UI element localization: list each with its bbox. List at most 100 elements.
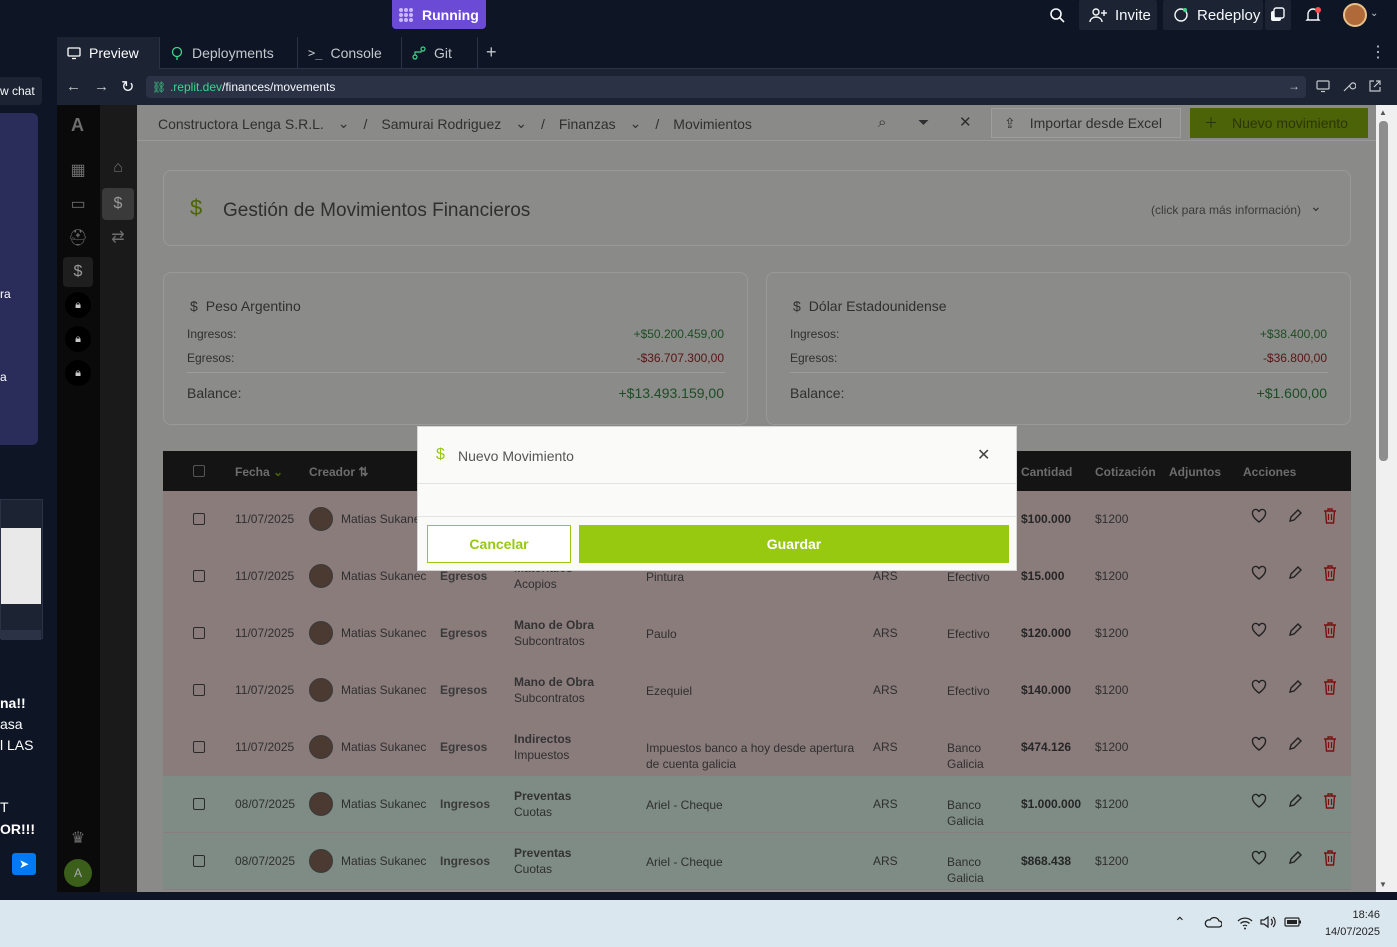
crown-icon[interactable]: ♛	[63, 823, 93, 853]
lock-icon[interactable]: 🔒︎	[65, 292, 91, 318]
column-header-cotizacion[interactable]: Cotización	[1095, 465, 1156, 479]
chevron-down-icon[interactable]: ⌄	[1310, 198, 1322, 215]
delete-trash-icon[interactable]	[1323, 508, 1337, 524]
lock-icon[interactable]: 🔒︎	[65, 360, 91, 386]
edit-pencil-icon[interactable]	[1287, 679, 1303, 695]
edit-pencil-icon[interactable]	[1287, 622, 1303, 638]
edit-pencil-icon[interactable]	[1287, 793, 1303, 809]
table-row[interactable]: 08/07/2025 Matias Sukanec Ingresos Preve…	[163, 833, 1351, 890]
clock-time[interactable]: 18:46	[1318, 909, 1380, 921]
heart-icon[interactable]	[1251, 793, 1267, 809]
tab-console[interactable]: >_ Console	[298, 37, 402, 69]
onedrive-cloud-icon[interactable]	[1204, 916, 1222, 928]
search-icon[interactable]	[1046, 4, 1068, 26]
title-card[interactable]: $ Gestión de Movimientos Financieros (cl…	[163, 170, 1351, 246]
reload-icon[interactable]: ↻	[121, 77, 134, 97]
movements-dollar-icon[interactable]: $	[102, 188, 134, 220]
table-row[interactable]: 08/07/2025 Matias Sukanec Ingresos Preve…	[163, 776, 1351, 833]
heart-icon[interactable]	[1251, 679, 1267, 695]
devices-icon[interactable]	[1316, 79, 1330, 93]
finance-dollar-icon[interactable]: $	[63, 257, 93, 287]
import-excel-button[interactable]: ⇪ Importar desde Excel	[991, 108, 1181, 138]
chevron-up-icon[interactable]: ⌃	[1174, 914, 1186, 931]
user-initial-avatar[interactable]: A	[64, 859, 92, 887]
row-checkbox[interactable]	[193, 684, 205, 696]
thumbnail-scroll[interactable]	[1, 630, 41, 640]
close-icon[interactable]: ✕	[977, 445, 990, 465]
battery-icon[interactable]	[1284, 916, 1302, 928]
heart-icon[interactable]	[1251, 508, 1267, 524]
table-row[interactable]: 11/07/2025 Matias Sukanec Egresos Indire…	[163, 719, 1351, 776]
invite-button[interactable]: Invite	[1079, 0, 1157, 30]
edit-pencil-icon[interactable]	[1287, 565, 1303, 581]
select-all-checkbox[interactable]	[193, 465, 205, 477]
scrollbar-thumb[interactable]	[1379, 121, 1388, 461]
clear-icon[interactable]: ✕	[959, 113, 972, 131]
breadcrumb-company[interactable]: Constructora Lenga S.R.L.	[158, 116, 324, 132]
tab-preview[interactable]: Preview	[57, 37, 160, 69]
back-arrow-icon[interactable]: ←	[66, 78, 81, 95]
scroll-down-icon[interactable]: ▼	[1379, 880, 1387, 889]
forward-arrow-icon[interactable]: →	[94, 78, 109, 95]
column-header-fecha[interactable]: Fecha ⌄	[235, 465, 283, 479]
new-movement-button[interactable]: ＋ Nuevo movimiento	[1190, 108, 1368, 138]
delete-trash-icon[interactable]	[1323, 679, 1337, 695]
lock-icon[interactable]: 🔒︎	[65, 326, 91, 352]
building-icon[interactable]: ▦	[63, 155, 93, 185]
row-checkbox[interactable]	[193, 798, 205, 810]
search-icon[interactable]: ⌕	[878, 114, 886, 131]
folder-icon[interactable]: ▭	[63, 189, 93, 219]
column-header-creador[interactable]: Creador ⇅	[309, 465, 368, 479]
table-row[interactable]: 11/07/2025 Matias Sukanec Egresos Mano d…	[163, 605, 1351, 662]
deploy-options-button[interactable]	[1265, 0, 1291, 30]
go-arrow-icon[interactable]: →	[1288, 79, 1300, 93]
delete-trash-icon[interactable]	[1323, 622, 1337, 638]
exchange-icon[interactable]: ⇄	[103, 222, 133, 252]
url-input[interactable]: ⛓ .replit.dev/finances/movements	[146, 76, 1306, 98]
redeploy-button[interactable]: Redeploy	[1163, 0, 1263, 30]
heart-icon[interactable]	[1251, 565, 1267, 581]
edit-pencil-icon[interactable]	[1287, 850, 1303, 866]
heart-icon[interactable]	[1251, 622, 1267, 638]
edit-pencil-icon[interactable]	[1287, 508, 1303, 524]
new-chat-button[interactable]: w chat	[0, 77, 42, 105]
tab-git[interactable]: Git	[402, 37, 478, 69]
row-checkbox[interactable]	[193, 741, 205, 753]
wifi-icon[interactable]	[1237, 916, 1253, 930]
heart-icon[interactable]	[1251, 850, 1267, 866]
delete-trash-icon[interactable]	[1323, 793, 1337, 809]
chevron-down-icon[interactable]: ⌄	[630, 115, 642, 132]
chat-attachment-card[interactable]	[0, 499, 43, 640]
tab-deployments[interactable]: Deployments	[160, 37, 298, 69]
table-row[interactable]: 11/07/2025 Matias Sukanec Egresos Mano d…	[163, 662, 1351, 719]
row-checkbox[interactable]	[193, 627, 205, 639]
delete-trash-icon[interactable]	[1323, 736, 1337, 752]
save-button[interactable]: Guardar	[579, 525, 1009, 563]
breadcrumb-section[interactable]: Finanzas	[559, 116, 616, 132]
home-icon[interactable]: ⌂	[103, 153, 133, 183]
cancel-button[interactable]: Cancelar	[427, 525, 571, 563]
filter-icon[interactable]: ⏷	[918, 114, 929, 131]
user-avatar[interactable]	[1343, 3, 1367, 27]
add-tab-icon[interactable]: +	[486, 42, 497, 63]
bell-icon[interactable]	[1302, 4, 1324, 26]
external-link-icon[interactable]	[1368, 79, 1382, 93]
chevron-down-icon[interactable]: ⌄	[1370, 8, 1378, 19]
delete-trash-icon[interactable]	[1323, 565, 1337, 581]
delete-trash-icon[interactable]	[1323, 850, 1337, 866]
scroll-up-icon[interactable]: ▲	[1379, 108, 1387, 117]
chevron-down-icon[interactable]: ⌄	[338, 115, 350, 132]
row-checkbox[interactable]	[193, 570, 205, 582]
more-vertical-icon[interactable]: ⋮	[1370, 42, 1386, 62]
edit-pencil-icon[interactable]	[1287, 736, 1303, 752]
row-checkbox[interactable]	[193, 855, 205, 867]
row-checkbox[interactable]	[193, 513, 205, 525]
clock-date[interactable]: 14/07/2025	[1310, 926, 1380, 938]
breadcrumb-user[interactable]: Samurai Rodriguez	[381, 116, 501, 132]
volume-icon[interactable]	[1260, 915, 1278, 929]
heart-icon[interactable]	[1251, 736, 1267, 752]
helmet-icon[interactable]: ⛑	[63, 223, 93, 253]
chevron-down-icon[interactable]: ⌄	[515, 115, 527, 132]
run-status-button[interactable]: Running	[392, 0, 486, 29]
send-icon[interactable]: ➤	[12, 853, 36, 875]
